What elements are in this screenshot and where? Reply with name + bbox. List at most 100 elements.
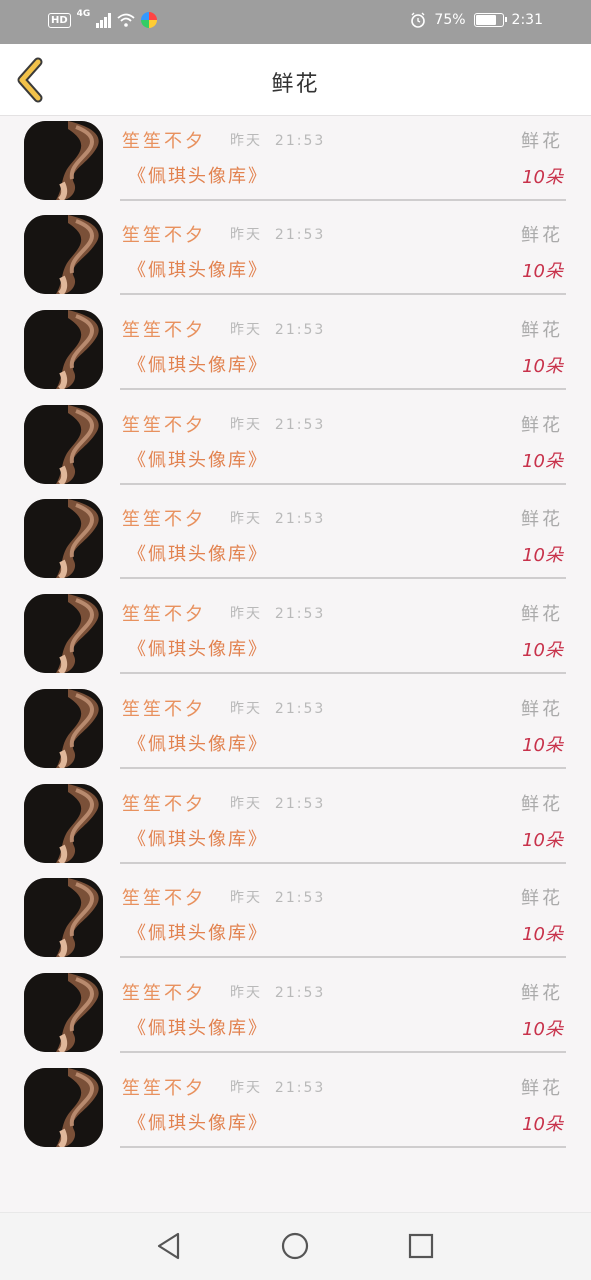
avatar-image xyxy=(24,499,103,579)
avatar-image xyxy=(24,594,103,674)
back-triangle-icon[interactable] xyxy=(154,1231,184,1261)
gift-type: 鲜花 xyxy=(521,130,563,152)
timestamp: 昨天 21:53 xyxy=(230,1079,326,1096)
sender-name: 笙笙不夕 xyxy=(122,225,206,247)
avatar[interactable] xyxy=(24,594,103,674)
gift-quantity: 10朵 xyxy=(522,1113,563,1135)
source-label: 《佩琪头像库》 xyxy=(128,449,268,471)
list-item[interactable]: 笙笙不夕 昨天 21:53 鲜花 《佩琪头像库》 10朵 xyxy=(0,780,591,875)
avatar-image xyxy=(24,972,103,1052)
list-item[interactable]: 笙笙不夕 昨天 21:53 鲜花 《佩琪头像库》 10朵 xyxy=(0,685,591,780)
gift-type: 鲜花 xyxy=(521,1077,563,1099)
sender-name: 笙笙不夕 xyxy=(122,130,206,152)
alarm-icon xyxy=(411,12,426,28)
gift-quantity: 10朵 xyxy=(522,734,563,756)
gift-type: 鲜花 xyxy=(521,698,563,720)
system-nav-bar xyxy=(0,1212,591,1280)
network-type: 4G xyxy=(76,9,91,19)
gift-type: 鲜花 xyxy=(521,509,563,531)
source-label: 《佩琪头像库》 xyxy=(128,544,268,566)
battery-icon xyxy=(473,13,507,27)
divider xyxy=(120,1050,566,1053)
timestamp: 昨天 21:53 xyxy=(230,700,326,717)
app-notification-icon xyxy=(140,12,157,28)
source-label: 《佩琪头像库》 xyxy=(128,828,268,850)
status-left: HD 4G xyxy=(48,9,157,28)
list-item[interactable]: 笙笙不夕 昨天 21:53 鲜花 《佩琪头像库》 10朵 xyxy=(0,1064,591,1159)
gift-type: 鲜花 xyxy=(521,414,563,436)
avatar-image xyxy=(24,688,103,768)
avatar[interactable] xyxy=(24,688,103,768)
source-label: 《佩琪头像库》 xyxy=(128,923,268,945)
sender-name: 笙笙不夕 xyxy=(122,414,206,436)
gift-quantity: 10朵 xyxy=(522,924,563,946)
avatar[interactable] xyxy=(24,1067,103,1147)
hd-badge: HD xyxy=(48,12,71,28)
list-item[interactable]: 笙笙不夕 昨天 21:53 鲜花 《佩琪头像库》 10朵 xyxy=(0,590,591,685)
list-item[interactable]: 笙笙不夕 昨天 21:53 鲜花 《佩琪头像库》 10朵 xyxy=(0,874,591,969)
list-item[interactable]: 笙笙不夕 昨天 21:53 鲜花 《佩琪头像库》 10朵 xyxy=(0,969,591,1064)
source-label: 《佩琪头像库》 xyxy=(128,355,268,377)
avatar[interactable] xyxy=(24,499,103,579)
avatar-image xyxy=(24,215,103,295)
sender-name: 笙笙不夕 xyxy=(122,509,206,531)
list-item[interactable]: 笙笙不夕 昨天 21:53 鲜花 《佩琪头像库》 10朵 xyxy=(0,306,591,401)
gift-quantity: 10朵 xyxy=(522,829,563,851)
gift-type: 鲜花 xyxy=(521,982,563,1004)
status-bar: HD 4G 75% 2:31 xyxy=(0,0,591,44)
timestamp: 昨天 21:53 xyxy=(230,984,326,1001)
list-item[interactable]: 笙笙不夕 昨天 21:53 鲜花 《佩琪头像库》 10朵 xyxy=(0,211,591,306)
timestamp: 昨天 21:53 xyxy=(230,227,326,244)
gift-type: 鲜花 xyxy=(521,320,563,342)
timestamp: 昨天 21:53 xyxy=(230,132,326,149)
signal-icon xyxy=(96,12,111,28)
divider xyxy=(120,293,566,296)
recents-square-icon[interactable] xyxy=(406,1231,436,1261)
wifi-icon xyxy=(117,13,135,27)
avatar[interactable] xyxy=(24,404,103,484)
source-label: 《佩琪头像库》 xyxy=(128,639,268,661)
avatar[interactable] xyxy=(24,120,103,200)
avatar[interactable] xyxy=(24,783,103,863)
gift-quantity: 10朵 xyxy=(522,356,563,378)
gift-quantity: 10朵 xyxy=(522,450,563,472)
gift-type: 鲜花 xyxy=(521,793,563,815)
avatar-image xyxy=(24,783,103,863)
sender-name: 笙笙不夕 xyxy=(122,793,206,815)
source-label: 《佩琪头像库》 xyxy=(128,1112,268,1134)
avatar-image xyxy=(24,878,103,958)
source-label: 《佩琪头像库》 xyxy=(128,165,268,187)
flower-record-list[interactable]: 笙笙不夕 昨天 21:53 鲜花 《佩琪头像库》 10朵 笙笙不夕 昨天 21:… xyxy=(0,116,591,1212)
timestamp: 昨天 21:53 xyxy=(230,416,326,433)
avatar[interactable] xyxy=(24,972,103,1052)
list-item[interactable]: 笙笙不夕 昨天 21:53 鲜花 《佩琪头像库》 10朵 xyxy=(0,401,591,496)
source-label: 《佩琪头像库》 xyxy=(128,1017,268,1039)
timestamp: 昨天 21:53 xyxy=(230,606,326,623)
timestamp: 昨天 21:53 xyxy=(230,890,326,907)
avatar[interactable] xyxy=(24,310,103,390)
sender-name: 笙笙不夕 xyxy=(122,1077,206,1099)
avatar-image xyxy=(24,1067,103,1147)
sender-name: 笙笙不夕 xyxy=(122,320,206,342)
avatar-image xyxy=(24,404,103,484)
page-title: 鲜花 xyxy=(271,72,320,97)
gift-quantity: 10朵 xyxy=(522,166,563,188)
status-right: 75% 2:31 xyxy=(410,12,543,28)
divider xyxy=(120,1145,566,1148)
avatar[interactable] xyxy=(24,215,103,295)
avatar-image xyxy=(24,120,103,200)
home-circle-icon[interactable] xyxy=(280,1231,310,1261)
gift-type: 鲜花 xyxy=(521,888,563,910)
app-header: 鲜花 xyxy=(0,44,591,116)
gift-quantity: 10朵 xyxy=(522,545,563,567)
gift-type: 鲜花 xyxy=(521,604,563,626)
gift-quantity: 10朵 xyxy=(522,261,563,283)
sender-name: 笙笙不夕 xyxy=(122,888,206,910)
avatar[interactable] xyxy=(24,878,103,958)
divider xyxy=(120,766,566,769)
avatar-image xyxy=(24,310,103,390)
list-item[interactable]: 笙笙不夕 昨天 21:53 鲜花 《佩琪头像库》 10朵 xyxy=(0,495,591,590)
divider xyxy=(120,388,566,391)
list-item[interactable]: 笙笙不夕 昨天 21:53 鲜花 《佩琪头像库》 10朵 xyxy=(0,117,591,212)
divider xyxy=(120,482,566,485)
